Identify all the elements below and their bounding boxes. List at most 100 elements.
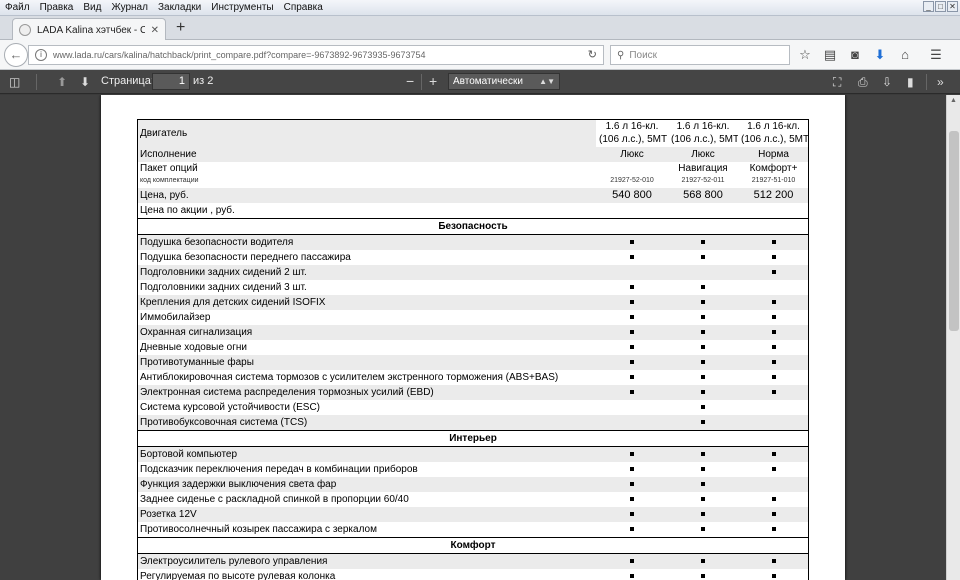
included-marker-icon [630,300,634,305]
included-marker-icon [630,497,634,502]
print-icon[interactable]: ⎙ [858,74,868,90]
previous-page-icon[interactable]: ⬆ [57,74,67,90]
pocket-icon[interactable]: ◙ [848,46,862,64]
trim-cell: Люкс [668,147,738,162]
feature-value [738,507,809,522]
feature-value [738,477,809,492]
feature-value [738,385,809,400]
window-controls: _ □ ✕ [923,1,958,12]
menu-item[interactable]: Справка [279,0,328,16]
home-icon[interactable]: ⌂ [898,46,912,64]
included-marker-icon [630,390,634,395]
included-marker-icon [630,345,634,350]
zoom-value: Автоматически [453,76,523,87]
included-marker-icon [771,375,776,380]
scrollbar-thumb[interactable] [949,131,959,331]
zoom-out-icon[interactable]: − [406,73,414,89]
menu-item[interactable]: Вид [78,0,106,16]
included-marker-icon [701,482,705,487]
included-marker-icon [630,330,634,335]
feature-label: Подушка безопасности водителя [137,234,596,250]
hamburger-menu-icon[interactable]: ☰ [929,46,943,64]
feature-label: Противотуманные фары [137,355,596,370]
feature-label: Подушка безопасности переднего пассажира [137,250,596,265]
engine-line-1: 1.6 л 16-кл. [676,121,730,132]
included-marker-icon [701,559,705,564]
feature-value [596,553,668,569]
menu-item[interactable]: Инструменты [206,0,278,16]
feature-row: Подголовники задних сидений 3 шт. [137,280,809,295]
save-pdf-icon[interactable]: ⇩ [882,74,892,90]
reload-icon[interactable]: ↻ [588,48,597,61]
feature-row: Подушка безопасности водителя [137,234,809,250]
price-cell: 540 800 [596,188,668,203]
close-window-icon[interactable]: ✕ [947,1,958,12]
header-row-options: Пакет опций код комплектации 21927-52-010 Н… [137,162,809,188]
fullscreen-icon[interactable]: ⛶ [833,74,841,90]
feature-value [668,280,738,295]
tools-menu-icon[interactable]: » [937,74,944,90]
included-marker-icon [701,300,705,305]
feature-row: Подушка безопасности переднего пассажира [137,250,809,265]
header-row-trim: Исполнение Люкс Люкс Норма [137,147,809,162]
feature-value [738,400,809,415]
reading-list-icon[interactable]: ▤ [823,46,837,64]
feature-row: Противотуманные фары [137,355,809,370]
included-marker-icon [771,467,776,472]
feature-value [738,310,809,325]
included-marker-icon [771,270,776,275]
included-marker-icon [630,285,634,290]
maximize-icon[interactable]: □ [935,1,946,12]
section-title: Безопасность [137,218,809,235]
new-tab-button[interactable]: + [176,20,185,36]
menu-item[interactable]: Журнал [106,0,153,16]
pdf-page: Двигатель 1.6 л 16-кл. (106 л.с.), 5МТ 1.6 … [101,95,845,580]
feature-row: Заднее сиденье с раскладной спинкой в пр… [137,492,809,507]
vertical-scrollbar[interactable]: ▲ [946,95,960,580]
options-cell: Навигация 21927-52-011 [668,162,738,188]
feature-value [738,446,809,462]
section-title: Комфорт [137,537,809,554]
menu-item[interactable]: Файл [0,0,35,16]
feature-row: Противобуксовочная система (TCS) [137,415,809,431]
bookmark-star-icon[interactable]: ☆ [798,46,812,64]
included-marker-icon [771,574,776,579]
menu-item[interactable]: Закладки [153,0,206,16]
back-button[interactable]: ← [4,43,28,67]
sidebar-toggle-icon[interactable]: ◫ [9,74,20,90]
next-page-icon[interactable]: ⬇ [80,74,90,90]
minimize-icon[interactable]: _ [923,1,934,12]
included-marker-icon [701,497,705,502]
feature-value [738,250,809,265]
download-icon[interactable]: ⬇ [873,46,887,64]
feature-row: Подголовники задних сидений 2 шт. [137,265,809,280]
feature-value [668,569,738,580]
page-number-input[interactable]: 1 [152,73,190,90]
bookmark-view-icon[interactable]: ▮ [907,74,914,90]
scroll-up-icon[interactable]: ▲ [950,97,957,104]
feature-row: Противосолнечный козырек пассажира с зер… [137,522,809,538]
included-marker-icon [701,330,705,335]
close-tab-icon[interactable]: ✕ [151,25,159,36]
included-marker-icon [701,467,705,472]
zoom-in-icon[interactable]: + [429,73,437,89]
feature-value [738,355,809,370]
feature-label: Бортовой компьютер [137,446,596,462]
url-bar[interactable]: i www.lada.ru/cars/kalina/hatchback/prin… [28,45,604,65]
feature-value [738,569,809,580]
option-code: 21927-51-010 [751,177,796,184]
search-input[interactable]: ⚲ Поиск [610,45,790,65]
options-cell: 21927-52-010 [596,162,668,188]
included-marker-icon [701,390,705,395]
zoom-select[interactable]: Автоматически ▲▼ [448,73,560,90]
included-marker-icon [701,405,705,410]
engine-line-2: (106 л.с.), 5МТ [599,134,668,145]
dropdown-arrow-icon: ▲▼ [539,77,555,86]
feature-label: Розетка 12V [137,507,596,522]
feature-label: Противобуксовочная система (TCS) [137,415,596,431]
browser-tab[interactable]: LADA Kalina хэтчбек - Сравн... ✕ [12,18,166,41]
site-info-icon[interactable]: i [35,49,47,61]
feature-label: Система курсовой устойчивости (ESC) [137,400,596,415]
menu-item[interactable]: Правка [35,0,79,16]
feature-value [596,492,668,507]
